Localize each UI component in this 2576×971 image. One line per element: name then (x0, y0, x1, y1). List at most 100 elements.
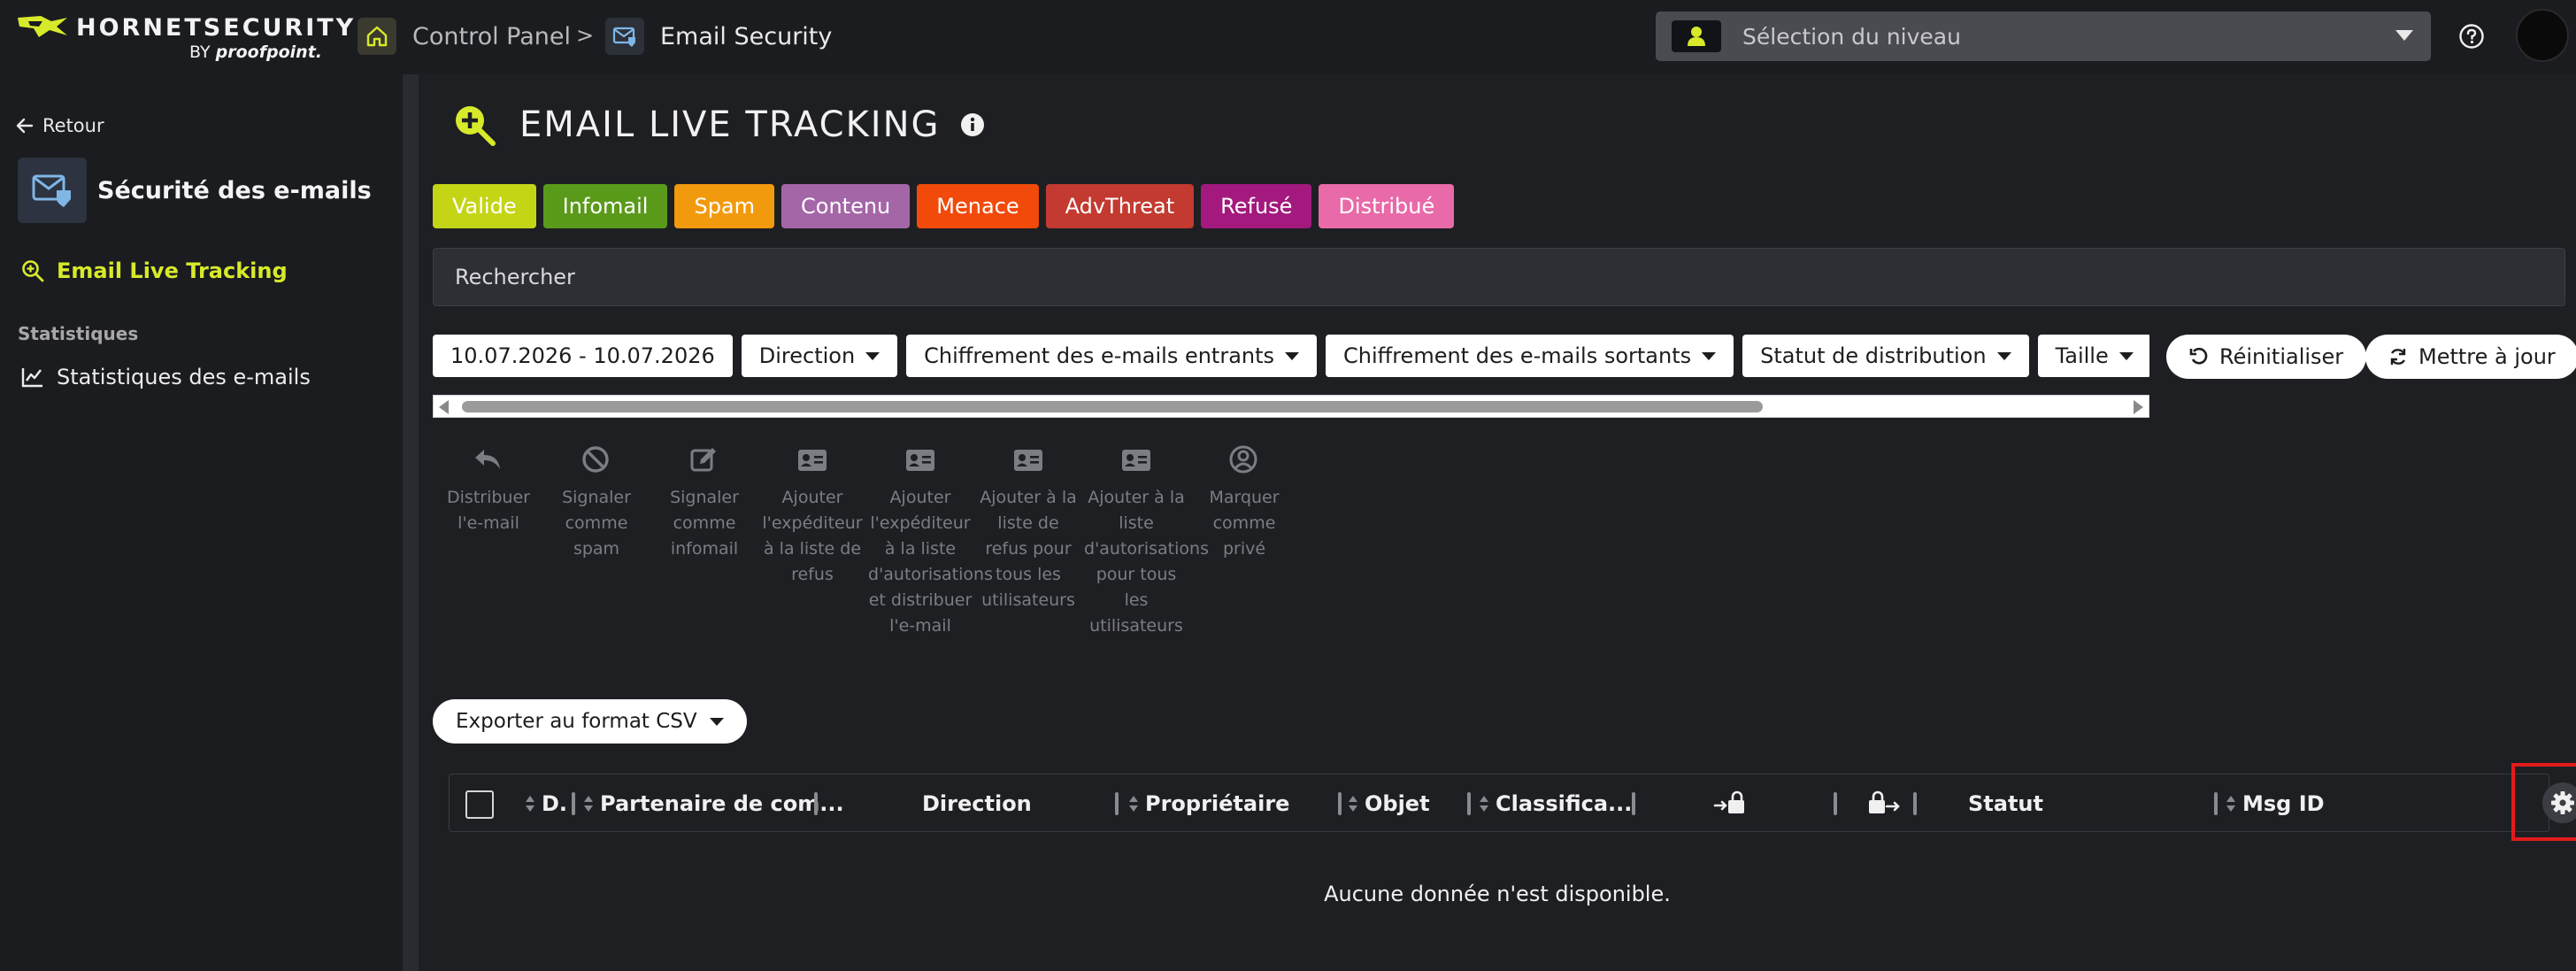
edit-icon (690, 448, 716, 472)
column-resize-handle[interactable] (1632, 792, 1635, 815)
action-button[interactable]: Signaler comme spam (542, 444, 650, 639)
email-security-icon (605, 18, 644, 55)
main-content: EMAIL LIVE TRACKING Valide Infomail Spam Co… (419, 74, 2576, 971)
column-resize-handle[interactable] (1467, 792, 1471, 815)
action-label: Signaler comme infomail (670, 488, 739, 559)
filter-label: Chiffrement des e-mails sortants (1343, 343, 1692, 368)
search-plus-icon (456, 106, 496, 146)
brand-byline: BY proofpoint. (189, 42, 322, 62)
horizontal-scrollbar[interactable] (433, 395, 2149, 418)
column-resize-handle[interactable] (572, 792, 575, 815)
filter-dropdown[interactable]: Statut de distribution (1742, 335, 2029, 377)
status-tag[interactable]: Valide (433, 184, 536, 228)
column-header-owner[interactable]: Propriétaire (1129, 774, 1289, 833)
column-header-subject[interactable]: Objet (1349, 774, 1430, 833)
column-header-inbound-encryption[interactable] (1713, 774, 1745, 833)
arrow-left-icon (16, 118, 34, 134)
column-resize-handle[interactable] (1913, 792, 1917, 815)
question-circle-icon[interactable] (2458, 23, 2485, 50)
id-card-icon (906, 450, 934, 471)
action-button[interactable]: Signaler comme infomail (650, 444, 758, 639)
select-all-checkbox[interactable] (465, 790, 494, 819)
home-icon[interactable] (358, 18, 396, 55)
level-select[interactable]: Sélection du niveau (1656, 12, 2431, 61)
action-button[interactable]: Ajouter à la liste d'autorisations pour … (1082, 444, 1209, 639)
back-link[interactable]: Retour (16, 115, 104, 136)
column-header-direction[interactable]: Direction (922, 774, 1032, 833)
scrollbar-thumb[interactable] (462, 401, 1763, 412)
action-label: Ajouter à la liste de refus pour tous le… (980, 488, 1077, 610)
email-shield-icon (18, 158, 87, 223)
status-tag[interactable]: Infomail (542, 184, 668, 228)
ban-icon (582, 446, 609, 473)
reset-label: Réinitialiser (2219, 344, 2344, 369)
column-resize-handle[interactable] (814, 792, 818, 815)
action-button[interactable]: Ajouter l'expéditeur à la liste de refus (758, 444, 866, 639)
column-header-msg-id[interactable]: Msg ID (2226, 774, 2325, 833)
chevron-down-icon (2118, 351, 2134, 360)
status-tag[interactable]: Refusé (1201, 184, 1312, 228)
refresh-button[interactable]: Mettre à jour (2365, 335, 2576, 379)
search-input[interactable]: Rechercher (433, 248, 2565, 306)
sidebar-item-email-statistics[interactable]: Statistiques des e-mails (21, 365, 311, 389)
status-tag[interactable]: Contenu (781, 184, 911, 228)
sidebar-group-heading: Statistiques (18, 323, 139, 344)
scroll-left-icon[interactable] (439, 400, 449, 414)
chevron-down-icon (865, 351, 880, 360)
sort-icon (1129, 796, 1138, 812)
line-chart-icon (21, 368, 42, 388)
status-tag[interactable]: AdvThreat (1045, 184, 1195, 228)
chevron-down-icon (709, 717, 724, 726)
action-label: Marquer comme privé (1209, 488, 1280, 559)
id-card-icon (798, 450, 827, 471)
breadcrumb-control-panel[interactable]: Control Panel (412, 23, 571, 50)
column-resize-handle[interactable] (2214, 792, 2218, 815)
action-button[interactable]: Distribuer l'e-mail (434, 444, 542, 639)
reset-button[interactable]: Réinitialiser (2166, 335, 2367, 379)
sort-icon (526, 796, 534, 812)
column-resize-handle[interactable] (1115, 792, 1119, 815)
column-header-date[interactable]: D. (526, 774, 567, 833)
empty-table-message: Aucune donnée n'est disponible. (1324, 882, 1671, 906)
info-icon[interactable] (960, 112, 985, 137)
hornetsecurity-logo[interactable]: HORNETSECURITY BY proofpoint. (16, 11, 353, 62)
sidebar-divider (403, 74, 419, 971)
filter-dropdown[interactable]: Taille (2037, 335, 2149, 377)
action-button[interactable]: Ajouter à la liste de refus pour tous le… (974, 444, 1082, 639)
action-label: Ajouter l'expéditeur à la liste d'autori… (868, 488, 993, 636)
filter-dropdown[interactable]: Chiffrement des e-mails entrants (906, 335, 1318, 377)
column-header-partner[interactable]: Partenaire de com... (584, 774, 844, 833)
table-header: D. Partenaire de com... Direction Propri… (449, 774, 2549, 832)
column-header-status[interactable]: Statut (1968, 774, 2043, 833)
undo-icon (2189, 347, 2208, 365)
filter-label: Statut de distribution (1760, 343, 1987, 368)
avatar[interactable] (2516, 9, 2569, 62)
status-tag[interactable]: Distribué (1319, 184, 1455, 228)
action-label: Signaler comme spam (562, 488, 631, 559)
sort-icon (1480, 796, 1488, 812)
status-tag[interactable]: Menace (917, 184, 1039, 228)
export-csv-button[interactable]: Exporter au format CSV (433, 699, 747, 744)
column-header-outbound-encryption[interactable] (1867, 774, 1901, 833)
page-title: EMAIL LIVE TRACKING (519, 104, 941, 145)
action-toolbar: Distribuer l'e-mail Signaler comme spam Si… (434, 444, 1298, 639)
date-range-filter[interactable]: 10.07.2026 - 10.07.2026 (433, 335, 733, 377)
id-card-icon (1122, 450, 1150, 471)
status-tag[interactable]: Spam (674, 184, 775, 228)
back-label: Retour (42, 115, 104, 136)
action-button[interactable]: Marquer comme privé (1190, 444, 1298, 639)
column-resize-handle[interactable] (1834, 792, 1837, 815)
section-title: Sécurité des e-mails (97, 177, 372, 204)
column-header-classification[interactable]: Classifica... (1480, 774, 1632, 833)
action-button[interactable]: Ajouter l'expéditeur à la liste d'autori… (866, 444, 993, 639)
filter-dropdown[interactable]: Direction (741, 335, 898, 377)
chevron-down-icon (1996, 351, 2011, 360)
search-placeholder: Rechercher (455, 265, 575, 289)
filter-dropdown[interactable]: Chiffrement des e-mails sortants (1326, 335, 1734, 377)
hornet-icon (18, 16, 67, 37)
column-resize-handle[interactable] (1338, 792, 1342, 815)
sidebar-item-email-live-tracking[interactable]: Email Live Tracking (21, 258, 288, 283)
reply-icon (475, 450, 500, 469)
scroll-right-icon[interactable] (2134, 400, 2143, 414)
user-icon (1672, 20, 1721, 52)
